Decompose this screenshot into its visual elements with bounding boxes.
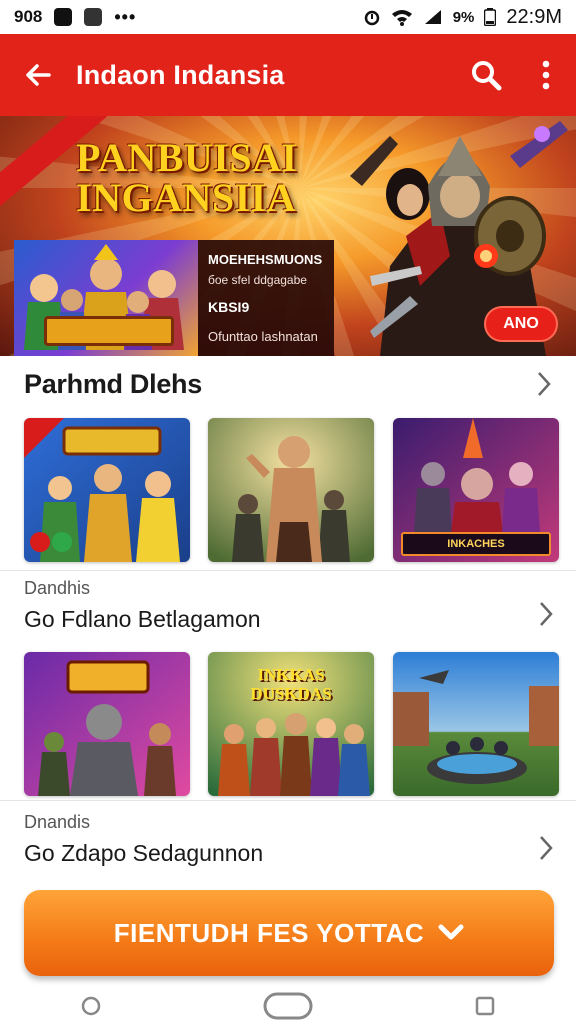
game-tile-label: INKKAS DUSKDAS — [250, 665, 332, 703]
status-left-text: 908 — [14, 7, 43, 26]
back-nav-icon[interactable] — [80, 995, 102, 1017]
home-nav-icon[interactable] — [262, 991, 314, 1021]
hero-card-line3: KBSI9 — [208, 299, 250, 315]
hero-card[interactable]: MOEHEHSMUONS бое sfel ddgagabe KBSI9 Ofu… — [14, 240, 334, 356]
chevron-down-icon — [438, 924, 464, 940]
hero-title-line2: INGANSIIA — [76, 175, 297, 220]
system-nav-bar — [0, 988, 576, 1024]
wifi-icon — [391, 10, 412, 26]
game-tile-label: INKACHES — [401, 532, 551, 556]
app-bar: Indaon Indansia — [0, 34, 576, 116]
battery-icon — [484, 8, 497, 26]
game-tile[interactable]: INKACHES — [393, 418, 559, 562]
game-tile-art — [24, 418, 190, 562]
chevron-right-icon[interactable] — [538, 834, 554, 862]
section-header-featured[interactable]: Parhmd Dlehs — [0, 362, 576, 406]
status-bar: 908 ••• 9% 22:9M — [0, 0, 576, 34]
section-subtitle: Dandhis — [24, 578, 91, 598]
chevron-right-icon — [538, 372, 551, 396]
game-tile-art — [24, 652, 190, 796]
game-tile[interactable] — [24, 652, 190, 796]
game-tile-art — [208, 418, 374, 562]
section-title: Parhmd Dlehs — [24, 368, 202, 399]
notification-icon — [54, 8, 73, 26]
arrow-left-icon — [26, 64, 51, 86]
game-tile[interactable]: INKKAS DUSKDAS — [208, 652, 374, 796]
hero-card-thumbnail — [14, 240, 198, 356]
section-subtitle: Dnandis — [24, 812, 91, 832]
search-icon — [472, 61, 502, 91]
hero-action-button[interactable]: ANO — [484, 306, 558, 342]
cta-label: FIENTUDH FES YOTTAC — [113, 917, 425, 948]
signal-icon — [424, 10, 441, 24]
divider — [0, 800, 576, 801]
game-tile[interactable] — [208, 418, 374, 562]
divider — [0, 570, 576, 571]
back-button[interactable] — [0, 34, 76, 116]
primary-cta-button[interactable]: FIENTUDH FES YOTTAC — [24, 890, 554, 976]
search-button[interactable] — [456, 34, 516, 116]
game-tile-art — [393, 652, 559, 796]
overflow-menu-button[interactable] — [516, 34, 576, 116]
hero-card-line4: Ofunttao lashnatan — [208, 329, 318, 344]
chevron-right-icon[interactable] — [538, 600, 554, 628]
battery-percent: 9% — [452, 8, 475, 26]
hero-title-line1: PANBUISAI — [76, 135, 298, 180]
alarm-icon — [364, 10, 379, 26]
gallery-notification-icon — [84, 8, 103, 26]
hero-title: PANBUISAI INGANSIIA — [76, 138, 298, 218]
game-tile[interactable] — [24, 418, 190, 562]
section-name[interactable]: Go Fdlano Betlagamon — [24, 606, 261, 633]
more-vertical-icon — [542, 60, 550, 90]
section-name[interactable]: Go Zdapo Sedagunnon — [24, 840, 263, 867]
recents-nav-icon[interactable] — [474, 995, 496, 1017]
hero-thumb-banner — [44, 316, 174, 346]
hero-card-line1: MOEHEHSMUONS — [208, 252, 323, 267]
clock: 22:9M — [506, 5, 562, 28]
game-tile[interactable] — [393, 652, 559, 796]
more-notifications-icon: ••• — [114, 7, 137, 27]
app-title: Indaon Indansia — [76, 59, 285, 90]
hero-card-line2: бое sfel ddgagabe — [208, 273, 307, 287]
hero-card-info: MOEHEHSMUONS бое sfel ddgagabe KBSI9 Ofu… — [198, 240, 332, 356]
